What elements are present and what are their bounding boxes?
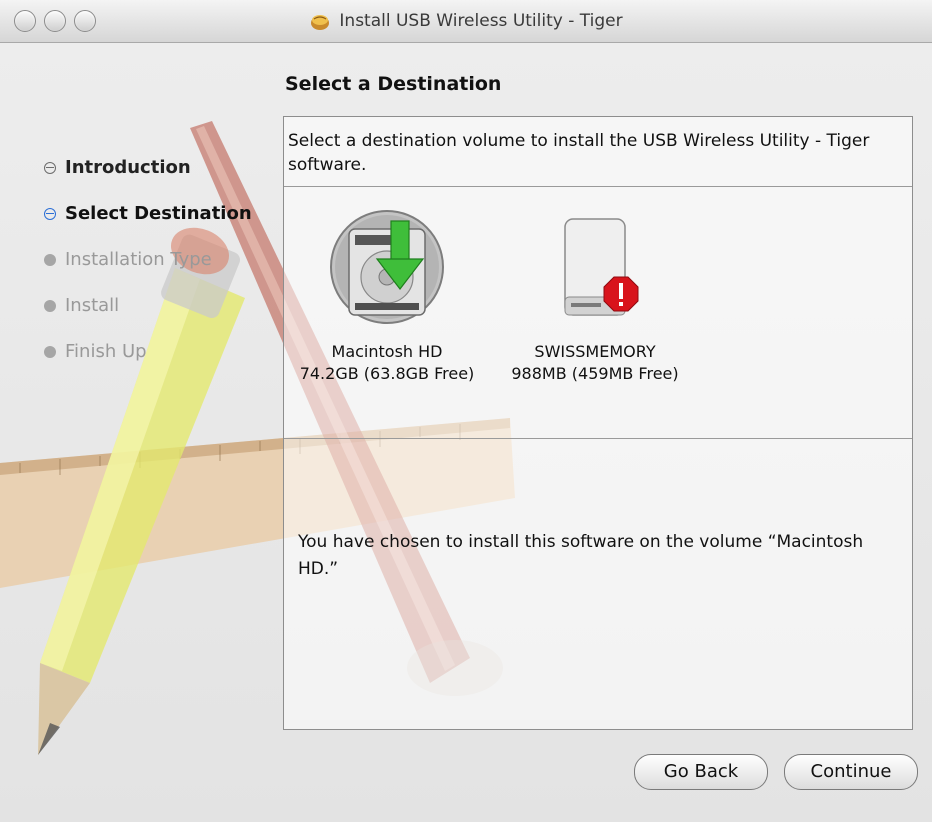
window-title-area: Install USB Wireless Utility - Tiger bbox=[0, 0, 932, 42]
volume-name: SWISSMEMORY bbox=[534, 342, 656, 361]
continue-button[interactable]: Continue bbox=[784, 754, 918, 790]
volume-size: 74.2GB (63.8GB Free) bbox=[299, 364, 475, 383]
volume-list: Macintosh HD 74.2GB (63.8GB Free) SWISSM… bbox=[284, 187, 912, 439]
step-introduction: Introduction bbox=[44, 156, 252, 179]
volume-size: 988MB (459MB Free) bbox=[511, 364, 679, 383]
step-select-destination: Select Destination bbox=[44, 202, 252, 225]
step-installation-type: Installation Type bbox=[44, 248, 252, 271]
window-title: Install USB Wireless Utility - Tiger bbox=[339, 11, 623, 31]
step-label: Select Destination bbox=[65, 203, 252, 224]
step-label: Finish Up bbox=[65, 341, 147, 362]
selection-message: You have chosen to install this software… bbox=[298, 532, 864, 579]
installer-steps-list: Introduction Select Destination Installa… bbox=[44, 156, 252, 386]
installer-content: Introduction Select Destination Installa… bbox=[0, 43, 932, 822]
step-pending-icon bbox=[44, 345, 56, 358]
hard-drive-install-icon bbox=[330, 210, 444, 324]
step-done-icon bbox=[44, 161, 56, 174]
volume-swissmemory[interactable]: SWISSMEMORY 988MB (459MB Free) bbox=[492, 207, 698, 385]
destination-description: Select a destination volume to install t… bbox=[284, 117, 912, 187]
step-pending-icon bbox=[44, 253, 56, 266]
removable-drive-warning-icon bbox=[564, 218, 639, 316]
page-title: Select a Destination bbox=[285, 73, 502, 95]
package-icon bbox=[311, 15, 330, 30]
step-current-icon bbox=[44, 207, 56, 220]
step-label: Installation Type bbox=[65, 249, 212, 270]
go-back-button[interactable]: Go Back bbox=[634, 754, 768, 790]
step-label: Introduction bbox=[65, 157, 191, 178]
step-label: Install bbox=[65, 295, 120, 316]
installer-window: Install USB Wireless Utility - Tiger Int… bbox=[0, 0, 932, 822]
volume-name: Macintosh HD bbox=[331, 342, 443, 361]
volume-macintosh-hd[interactable]: Macintosh HD 74.2GB (63.8GB Free) bbox=[284, 207, 490, 385]
step-finish-up: Finish Up bbox=[44, 340, 252, 363]
title-bar: Install USB Wireless Utility - Tiger bbox=[0, 0, 932, 43]
destination-panel: Select a destination volume to install t… bbox=[283, 116, 913, 730]
step-pending-icon bbox=[44, 299, 56, 312]
step-install: Install bbox=[44, 294, 252, 317]
